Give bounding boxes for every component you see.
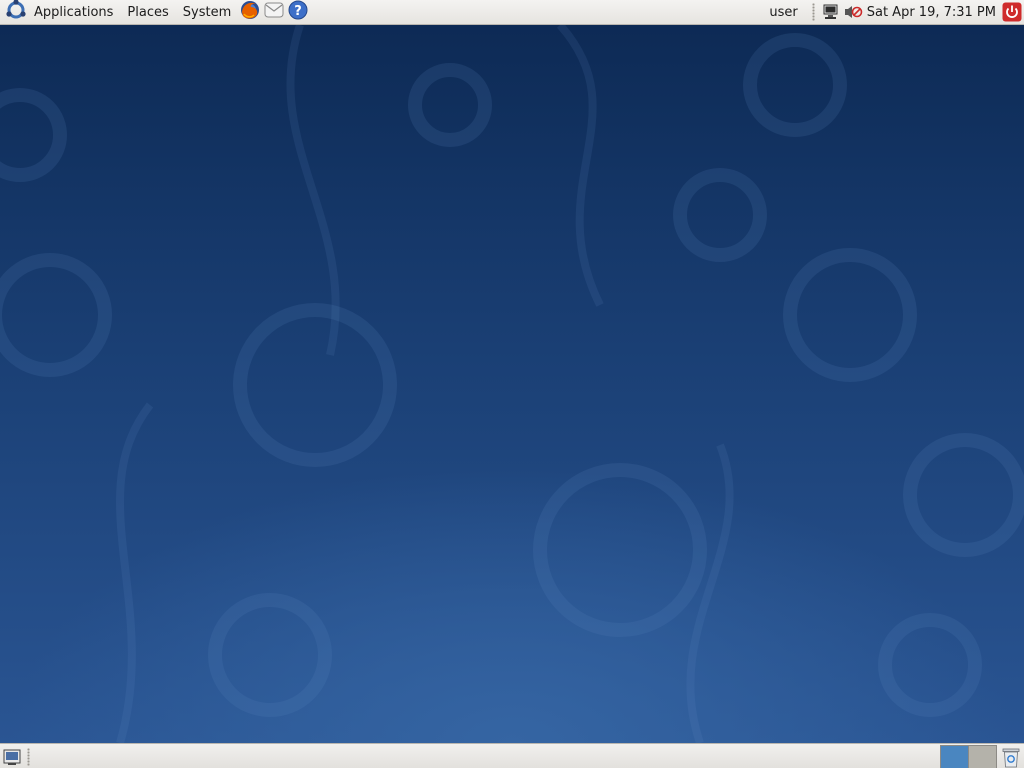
user-switcher[interactable]: user	[763, 5, 805, 20]
help-icon: ?	[287, 0, 309, 25]
trash-button[interactable]	[999, 745, 1023, 768]
fedora-logo-icon	[4, 0, 28, 26]
workspace-1[interactable]	[941, 745, 968, 768]
system-menu[interactable]: System	[176, 0, 238, 24]
workspace-switcher	[940, 744, 997, 768]
mail-launcher[interactable]	[262, 0, 286, 24]
power-button[interactable]	[1002, 2, 1022, 22]
system-label: System	[182, 4, 232, 20]
show-desktop-icon	[3, 749, 21, 765]
desktop[interactable]	[0, 25, 1024, 743]
top-panel-left: Applications Places System ?	[0, 0, 310, 24]
svg-text:?: ?	[294, 4, 302, 19]
trash-icon	[1002, 748, 1020, 767]
firefox-launcher[interactable]	[238, 0, 262, 24]
applications-label: Applications	[34, 4, 114, 20]
top-panel-right: user Sat Apr 19, 7:31 PM	[763, 0, 1024, 24]
workspace-2[interactable]	[968, 745, 996, 768]
power-icon	[1002, 2, 1022, 22]
top-panel: Applications Places System ? user Sat Ap…	[0, 0, 1024, 25]
panel-grip[interactable]	[811, 3, 815, 21]
applications-menu[interactable]: Applications	[0, 0, 120, 24]
taskbar-grip[interactable]	[27, 747, 30, 766]
firefox-icon	[239, 0, 261, 25]
show-desktop-button[interactable]	[1, 746, 23, 768]
screen: Applications Places System ? user Sat Ap…	[0, 0, 1024, 768]
mail-icon	[263, 0, 285, 25]
places-label: Places	[127, 4, 169, 20]
volume-muted-icon[interactable]	[843, 2, 863, 22]
wallpaper-swirls	[0, 25, 1024, 743]
network-monitor-icon[interactable]	[821, 2, 841, 22]
help-launcher[interactable]: ?	[286, 0, 310, 24]
clock[interactable]: Sat Apr 19, 7:31 PM	[865, 5, 1002, 20]
places-menu[interactable]: Places	[120, 0, 175, 24]
bottom-panel	[0, 743, 1024, 768]
